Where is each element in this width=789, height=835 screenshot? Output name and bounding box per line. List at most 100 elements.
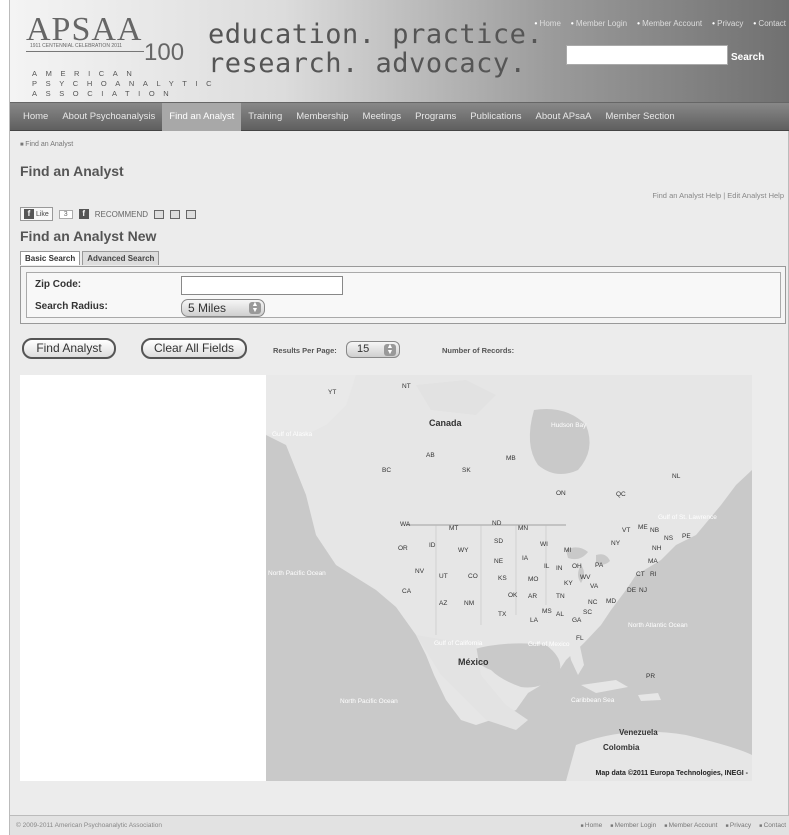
main-nav: Home About Psychoanalysis Find an Analys… — [10, 102, 789, 131]
map-region: MT — [449, 525, 459, 532]
map-label-north-atlantic: North Atlantic Ocean — [628, 622, 688, 629]
map-label-gulf-california: Gulf of California — [434, 640, 483, 647]
site-search-input[interactable] — [566, 45, 728, 65]
nav-publications[interactable]: Publications — [463, 103, 528, 131]
apsaa-logo[interactable]: APSAA 1911 CENTENNIAL CELEBRATION 2011 1… — [18, 9, 212, 98]
map-region: MD — [606, 598, 617, 605]
map-label-venezuela: Venezuela — [619, 728, 658, 737]
like-button[interactable]: f Like — [20, 207, 53, 221]
utility-links: Home Member Login Member Account Privacy… — [535, 19, 786, 28]
nav-find-an-analyst[interactable]: Find an Analyst — [162, 102, 242, 131]
nav-programs[interactable]: Programs — [408, 103, 463, 131]
map-label-caribbean: Caribbean Sea — [571, 697, 615, 704]
zip-code-input[interactable] — [181, 276, 343, 295]
facebook-recommend-icon: f — [78, 209, 89, 219]
print-icon[interactable] — [170, 209, 181, 219]
footer-link-privacy[interactable]: Privacy — [725, 822, 751, 829]
map-region: PA — [595, 562, 604, 569]
util-link-contact[interactable]: Contact — [753, 19, 786, 28]
footer-link-member-account[interactable]: Member Account — [664, 822, 718, 829]
number-of-records-label: Number of Records: — [442, 346, 515, 355]
map-region: DE — [627, 587, 637, 594]
map-region: TN — [556, 593, 565, 600]
map-region: ND — [492, 520, 502, 527]
results-per-page-value: 15 — [357, 343, 370, 355]
results-list — [20, 375, 266, 781]
search-radius-label: Search Radius: — [35, 301, 108, 312]
map-region: MI — [564, 547, 572, 554]
util-link-member-login[interactable]: Member Login — [571, 19, 627, 28]
logo-word: AMERICAN — [32, 69, 141, 78]
map-region: CO — [468, 573, 478, 580]
footer-copyright: © 2009-2011 American Psychoanalytic Asso… — [16, 822, 162, 829]
map-region: WV — [580, 574, 591, 581]
map-region: FL — [576, 635, 584, 642]
map-region: MA — [648, 558, 658, 565]
nav-member-section[interactable]: Member Section — [599, 103, 682, 131]
map-label-north-pacific-2: North Pacific Ocean — [340, 698, 398, 705]
site-search-button[interactable]: Search — [731, 52, 764, 63]
map-region: GA — [572, 617, 582, 624]
nav-home[interactable]: Home — [16, 103, 55, 131]
map-region: WI — [540, 541, 548, 548]
map-region: NV — [415, 568, 425, 575]
map-region: MO — [528, 576, 539, 583]
map-region: ME — [638, 524, 648, 531]
map-region: AR — [528, 593, 538, 600]
map-region: NC — [588, 599, 598, 606]
footer-link-contact[interactable]: Contact — [759, 822, 786, 829]
map-region: YT — [328, 389, 337, 396]
recommend-button[interactable]: RECOMMEND — [95, 210, 148, 219]
map-region: OR — [398, 545, 408, 552]
footer-link-home[interactable]: Home — [580, 822, 602, 829]
email-icon[interactable] — [154, 209, 165, 219]
map-region: KS — [498, 575, 507, 582]
share-icon[interactable] — [186, 209, 197, 219]
nav-about-psychoanalysis[interactable]: About Psychoanalysis — [55, 103, 162, 131]
help-links[interactable]: Find an Analyst Help | Edit Analyst Help — [652, 191, 784, 200]
map-region: BC — [382, 467, 392, 474]
clear-all-fields-button[interactable]: Clear All Fields — [141, 338, 247, 359]
main-content: Find an Analyst Find an Analyst Find an … — [10, 131, 789, 791]
analyst-map[interactable]: Gulf of Alaska Canada Hudson Bay Gulf of… — [266, 375, 752, 781]
map-region: TX — [498, 611, 507, 618]
map-region: IA — [522, 555, 529, 562]
search-tabs: Basic Search Advanced Search — [20, 251, 160, 265]
logo-word: ASSOCIATION — [32, 89, 178, 98]
map-region: NB — [650, 527, 660, 534]
map-region: LA — [530, 617, 538, 624]
tab-basic-search[interactable]: Basic Search — [20, 251, 81, 265]
util-link-home[interactable]: Home — [535, 19, 561, 28]
map-region: IL — [544, 563, 550, 570]
search-radius-select[interactable]: 5 Miles ▲ ▼ — [181, 299, 265, 317]
select-arrows-icon: ▲ ▼ — [249, 301, 261, 314]
util-link-privacy[interactable]: Privacy — [712, 19, 743, 28]
site-footer: © 2009-2011 American Psychoanalytic Asso… — [10, 815, 789, 835]
tagline-line-2: research. advocacy. — [208, 49, 543, 78]
social-bar: f Like 3 f RECOMMEND — [20, 207, 197, 221]
footer-link-member-login[interactable]: Member Login — [610, 822, 657, 829]
tab-advanced-search[interactable]: Advanced Search — [82, 251, 160, 265]
map-region: SK — [462, 467, 471, 474]
find-analyst-button[interactable]: Find Analyst — [22, 338, 116, 359]
map-region: OK — [508, 592, 518, 599]
results-per-page-label: Results Per Page: — [273, 346, 337, 355]
util-link-member-account[interactable]: Member Account — [637, 19, 702, 28]
nav-about-apsaa[interactable]: About APsaA — [529, 103, 599, 131]
nav-meetings[interactable]: Meetings — [356, 103, 409, 131]
map-region: NL — [672, 473, 681, 480]
site-header: APSAA 1911 CENTENNIAL CELEBRATION 2011 1… — [10, 0, 789, 103]
logo-words: AMERICAN PSYCHOANALYTIC ASSOCIATION — [32, 69, 220, 99]
map-region: CA — [402, 588, 412, 595]
logo-divider — [26, 51, 144, 63]
results-per-page-select[interactable]: 15 ▲ ▼ — [346, 341, 400, 358]
map-region: AZ — [439, 600, 448, 607]
breadcrumb[interactable]: Find an Analyst — [20, 141, 73, 148]
nav-membership[interactable]: Membership — [289, 103, 355, 131]
select-arrows-icon: ▲ ▼ — [384, 343, 396, 356]
footer-links: Home Member Login Member Account Privacy… — [580, 822, 786, 829]
map-region: NH — [652, 545, 662, 552]
nav-training[interactable]: Training — [241, 103, 289, 131]
map-region: SC — [583, 609, 593, 616]
tagline: education. practice. research. advocacy. — [208, 20, 543, 78]
